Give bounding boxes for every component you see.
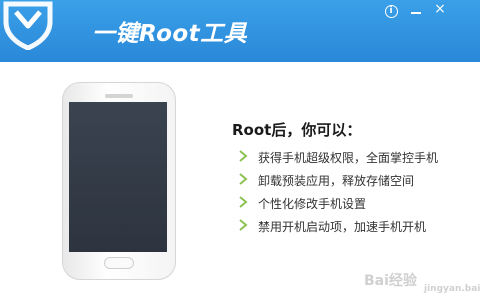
watermark-subtext: jingyan.baidu.com: [424, 284, 480, 294]
title-bar: 一键Root工具 i ×: [0, 0, 480, 62]
watermark-text: Bai经验: [364, 273, 417, 289]
benefits-heading: Root后，你可以：: [232, 121, 362, 139]
watermark: Bai经验 jingyan.baidu.com: [364, 264, 480, 298]
shield-logo-icon: [3, 1, 53, 50]
chevron-right-icon: [239, 196, 248, 208]
chevron-right-icon: [239, 219, 248, 231]
chevron-right-icon: [239, 173, 248, 185]
phone-home-button: [104, 257, 134, 269]
feature-text: 禁用开机启动项，加速手机开机: [258, 220, 427, 234]
phone-speaker: [105, 94, 133, 98]
feature-text: 获得手机超级权限，全面掌控手机: [258, 151, 439, 165]
chevron-right-icon: [239, 150, 248, 162]
minimize-icon: [411, 12, 421, 14]
app-title: 一键Root工具: [92, 21, 248, 47]
info-button[interactable]: i: [384, 2, 398, 18]
minimize-button[interactable]: [409, 2, 423, 16]
close-button[interactable]: ×: [433, 2, 447, 16]
feature-text: 个性化修改手机设置: [258, 197, 367, 211]
phone-screen: [69, 102, 167, 252]
feature-text: 卸载预装应用，释放存储空间: [258, 174, 415, 188]
info-icon: i: [384, 5, 398, 18]
close-icon: ×: [434, 1, 446, 17]
